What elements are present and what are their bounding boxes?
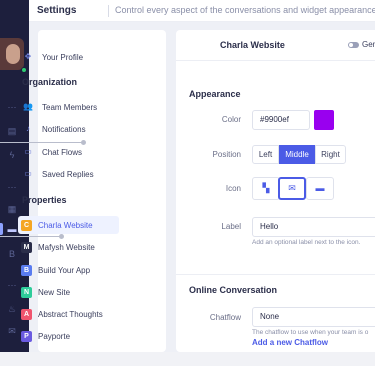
chatflow-select[interactable]: None — [252, 307, 375, 327]
section-divider — [176, 274, 375, 275]
property-item-new-site[interactable]: N New Site — [18, 283, 119, 301]
active-indicator — [0, 223, 3, 235]
icon-option-chat-icon[interactable]: ▚ — [252, 177, 280, 200]
bell-icon: ♪ — [26, 124, 30, 133]
position-left-button[interactable]: Left — [252, 145, 279, 164]
position-middle-button[interactable]: Middle — [279, 145, 315, 164]
saved-replies-icon: ▭ — [24, 169, 32, 178]
chatflow-label: Chatflow — [209, 313, 241, 322]
property-label: New Site — [38, 287, 71, 297]
position-right-button[interactable]: Right — [315, 145, 346, 164]
label-help-text: Add an optional label next to the icon. — [252, 239, 361, 246]
label-field-label: Label — [221, 222, 241, 231]
color-input[interactable]: #9900ef — [252, 110, 310, 130]
team-icon: 👥 — [23, 102, 33, 111]
connector-dot — [59, 234, 64, 239]
nav-item-team-members[interactable]: 👥 Team Members — [18, 98, 119, 116]
page-header: Settings Control every aspect of the con… — [29, 0, 375, 22]
fire-icon[interactable]: ♨ — [6, 304, 18, 314]
layout-icon[interactable]: ▦ — [6, 204, 18, 214]
mail-icon[interactable]: ✉ — [6, 326, 18, 336]
nav-item-chat-flows[interactable]: ▭ Chat Flows — [18, 143, 119, 161]
property-badge: P — [21, 330, 32, 342]
icon-option-mail-icon[interactable]: ✉ — [278, 177, 306, 200]
connector-line — [0, 236, 62, 237]
property-item-abstract-thoughts[interactable]: A Abstract Thoughts — [18, 305, 119, 323]
property-item-payporte[interactable]: P Payporte — [18, 327, 119, 345]
page-title: Settings — [37, 5, 77, 16]
position-label: Position — [212, 150, 241, 159]
connector-line — [0, 142, 84, 143]
property-title: Charla Website — [220, 40, 285, 50]
activity-icon[interactable]: ϟ — [6, 150, 18, 160]
property-label: Abstract Thoughts — [38, 309, 103, 319]
chatflow-help-text: The chatflow to use when your team is o — [252, 329, 369, 336]
inbox-icon[interactable]: ▤ — [6, 126, 18, 136]
toggle-label: General — [362, 40, 375, 49]
property-item-charla-website[interactable]: C Charla Website — [18, 216, 119, 234]
icon-option-message-icon[interactable]: ▬ — [306, 177, 334, 200]
more-icon: ··· — [7, 102, 17, 112]
header-divider — [108, 5, 109, 17]
billing-icon[interactable]: B — [6, 249, 18, 259]
property-badge: M — [21, 241, 32, 253]
widget-label-input[interactable]: Hello — [252, 217, 375, 237]
page-description: Control every aspect of the conversation… — [115, 5, 375, 15]
general-toggle[interactable] — [348, 42, 359, 48]
nav-item-label: Chat Flows — [42, 147, 83, 157]
icon-label: Icon — [225, 184, 241, 193]
property-label: Build Your App — [38, 265, 91, 275]
property-label: Payporte — [38, 331, 71, 341]
color-swatch[interactable] — [314, 110, 334, 130]
nav-item-saved-replies[interactable]: ▭ Saved Replies — [18, 165, 119, 183]
app-window: ··· ▤ ϟ ··· ▦ ▬ B ··· ♨ ✉ Settings Contr… — [0, 0, 375, 366]
nav-item-label: Saved Replies — [42, 169, 94, 179]
nav-section-properties: Properties — [22, 195, 67, 205]
bottom-strip — [0, 352, 375, 366]
nav-item-label: Notifications — [42, 124, 86, 134]
nav-section-organization: Organization — [22, 77, 78, 87]
property-badge: N — [21, 286, 32, 298]
color-label: Color — [221, 115, 241, 124]
property-label: Charla Website — [38, 220, 93, 230]
chat-flows-icon: ▭ — [24, 147, 32, 156]
property-badge: B — [21, 264, 32, 276]
property-item-mafysh-website[interactable]: M Mafysh Website — [18, 238, 119, 256]
property-label: Mafysh Website — [38, 242, 95, 252]
chat-icon[interactable]: ▬ — [6, 224, 18, 234]
nav-item-your-profile[interactable]: ✥ Your Profile — [18, 48, 119, 66]
nav-item-notifications[interactable]: ♪ Notifications — [18, 120, 119, 138]
appearance-section-title: Appearance — [189, 89, 241, 99]
property-badge: C — [21, 219, 32, 231]
connector-dot — [81, 140, 86, 145]
property-badge: A — [21, 308, 32, 320]
more-icon: ··· — [7, 280, 17, 290]
nav-item-label: Your Profile — [42, 52, 84, 62]
online-status-indicator — [21, 67, 27, 73]
online-conversation-title: Online Conversation — [189, 285, 278, 295]
more-icon: ··· — [7, 182, 17, 192]
profile-icon: ✥ — [24, 52, 32, 61]
nav-item-label: Team Members — [42, 102, 98, 112]
property-item-build-your-app[interactable]: B Build Your App — [18, 261, 119, 279]
add-chatflow-link[interactable]: Add a new Chatflow — [252, 338, 328, 347]
